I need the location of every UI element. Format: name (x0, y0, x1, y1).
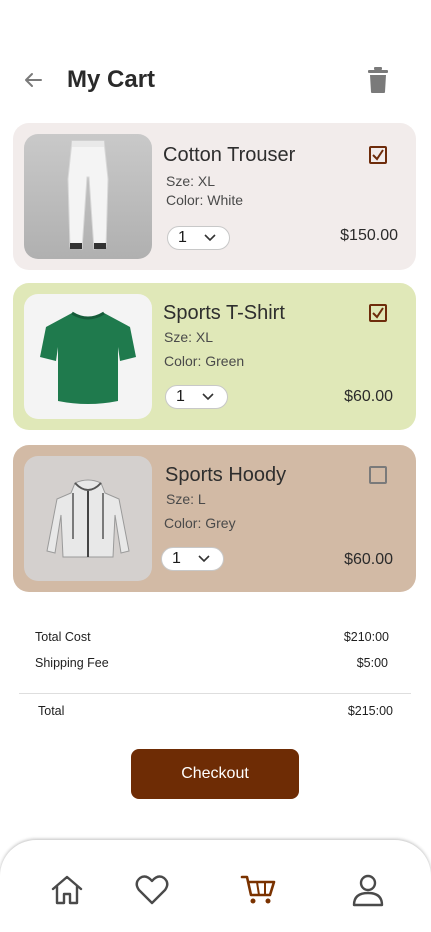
total-cost-label: Total Cost (35, 630, 91, 644)
cart-item: Cotton Trouser Sze: XL Color: White 1 $1… (13, 123, 416, 270)
select-checkbox[interactable] (369, 466, 387, 484)
check-icon (372, 307, 384, 319)
header: My Cart (0, 55, 431, 105)
nav-home[interactable] (49, 872, 85, 908)
total-label: Total (38, 704, 65, 718)
trouser-image (67, 140, 109, 250)
item-name: Sports T-Shirt (163, 302, 285, 324)
quantity-select[interactable]: 1 (167, 226, 230, 250)
item-size: Sze: XL (164, 329, 214, 345)
nav-favorites[interactable] (134, 872, 170, 908)
quantity-select[interactable]: 1 (165, 385, 228, 409)
product-image (24, 456, 152, 581)
shipping-fee-value: $5:00 (356, 656, 388, 670)
user-icon (352, 874, 384, 907)
nav-profile[interactable] (350, 872, 386, 908)
item-color: Color: Green (164, 353, 245, 369)
shipping-fee-label: Shipping Fee (35, 656, 109, 670)
back-button[interactable] (20, 67, 46, 93)
home-icon (51, 875, 83, 905)
cart-icon (240, 875, 276, 904)
nav-cart[interactable] (240, 872, 276, 908)
hoody-image (46, 479, 130, 557)
divider (19, 693, 411, 694)
cart-item: Sports Hoody Sze: L Color: Grey 1 $60.00 (13, 445, 416, 592)
checkout-button[interactable]: Checkout (131, 749, 299, 799)
quantity-value: 1 (172, 550, 181, 567)
bottom-nav (0, 840, 431, 932)
quantity-select[interactable]: 1 (161, 547, 224, 571)
item-price: $150.00 (340, 227, 398, 244)
total-value: $215:00 (347, 704, 393, 718)
item-size: Sze: XL (166, 173, 216, 189)
arrow-left-icon (25, 73, 42, 87)
select-checkbox[interactable] (369, 146, 387, 164)
total-cost-value: $210:00 (343, 630, 389, 644)
quantity-value: 1 (178, 229, 187, 246)
quantity-value: 1 (176, 388, 185, 405)
item-size: Sze: L (166, 491, 206, 507)
product-image (24, 294, 152, 419)
heart-icon (135, 875, 169, 905)
chevron-down-icon (204, 234, 216, 242)
delete-button[interactable] (366, 66, 390, 94)
page-title: My Cart (67, 66, 156, 93)
product-image (24, 134, 152, 259)
item-name: Sports Hoody (165, 464, 287, 486)
item-price: $60.00 (344, 551, 393, 568)
trash-icon (368, 67, 388, 93)
cart-item: Sports T-Shirt Sze: XL Color: Green 1 $6… (13, 283, 416, 430)
item-price: $60.00 (344, 388, 393, 405)
select-checkbox[interactable] (369, 304, 387, 322)
item-color: Color: White (166, 192, 244, 208)
chevron-down-icon (198, 555, 210, 563)
item-name: Cotton Trouser (163, 144, 296, 166)
check-icon (372, 149, 384, 161)
tshirt-image (40, 311, 136, 404)
chevron-down-icon (202, 393, 214, 401)
item-color: Color: Grey (164, 515, 236, 531)
